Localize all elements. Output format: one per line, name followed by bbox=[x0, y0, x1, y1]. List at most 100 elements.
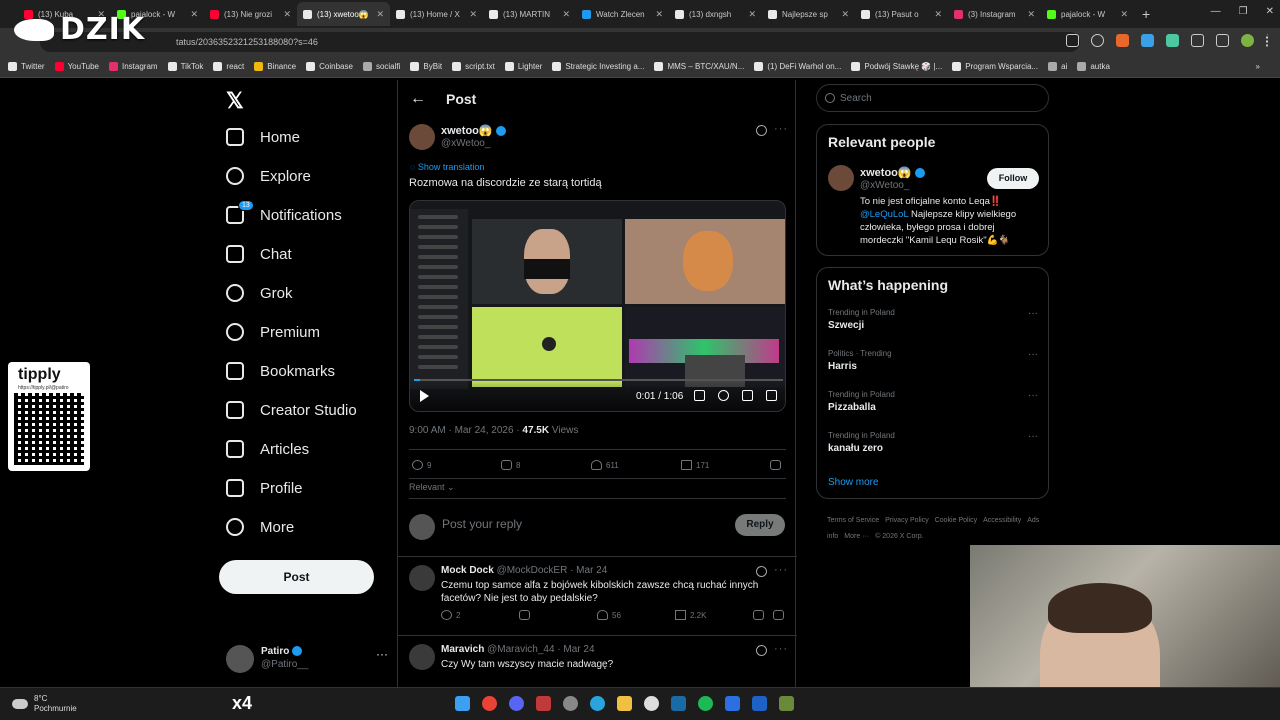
tab-close-icon[interactable]: ✕ bbox=[841, 9, 849, 20]
search-input[interactable]: Search bbox=[816, 84, 1049, 112]
tab-close-icon[interactable]: ✕ bbox=[283, 9, 291, 20]
person-name[interactable]: xwetoo😱 bbox=[860, 167, 912, 179]
nav-item-articles[interactable]: Articles bbox=[226, 440, 309, 458]
chrome-icon[interactable] bbox=[482, 696, 497, 711]
nav-item-chat[interactable]: Chat bbox=[226, 245, 292, 263]
account-switcher[interactable]: Patiro @Patiro__ ··· bbox=[226, 645, 388, 685]
browser-tab[interactable]: (13) dxngsh ✕ bbox=[669, 2, 762, 26]
picture-in-picture-icon[interactable] bbox=[742, 390, 753, 401]
bookmark-item[interactable]: ai bbox=[1048, 62, 1067, 71]
like-action[interactable]: 56 bbox=[597, 610, 621, 620]
views-action[interactable]: 2.2K bbox=[675, 610, 706, 620]
nav-item-creator-studio[interactable]: Creator Studio bbox=[226, 401, 357, 419]
tab-close-icon[interactable]: ✕ bbox=[562, 9, 570, 20]
star-icon[interactable] bbox=[1091, 34, 1104, 47]
bookmark-action[interactable] bbox=[753, 610, 764, 620]
browser-tab[interactable]: (13) Nie grozi ✕ bbox=[204, 2, 297, 26]
footer-link[interactable]: Cookie Policy bbox=[935, 517, 977, 524]
more-icon[interactable]: ··· bbox=[774, 123, 788, 135]
tab-close-icon[interactable]: ✕ bbox=[1120, 9, 1128, 20]
post-timestamp[interactable]: 9:00 AM · Mar 24, 2026 · bbox=[409, 425, 522, 436]
more-icon[interactable]: ··· bbox=[1028, 431, 1038, 442]
x-app-icon[interactable] bbox=[752, 696, 767, 711]
puzzle-icon[interactable] bbox=[1191, 34, 1204, 47]
x-logo-icon[interactable]: 𝕏 bbox=[226, 88, 244, 114]
back-arrow-icon[interactable]: ← bbox=[410, 90, 426, 108]
bookmark-item[interactable]: Binance bbox=[254, 62, 296, 71]
trend-item[interactable]: Politics · Trending Harris ··· bbox=[828, 349, 1038, 372]
trend-item[interactable]: Trending in Poland Pizzaballa ··· bbox=[828, 390, 1038, 413]
crypto-app-icon[interactable] bbox=[644, 696, 659, 711]
close-icon[interactable]: ✕ bbox=[1266, 6, 1274, 17]
show-translation-link[interactable]: ◌ Show translation bbox=[410, 162, 484, 172]
bookmark-item[interactable]: react bbox=[213, 62, 244, 71]
trend-item[interactable]: Trending in Poland Szwecji ··· bbox=[828, 308, 1038, 331]
capture-app-icon[interactable] bbox=[725, 696, 740, 711]
person-handle[interactable]: @xWetoo_ bbox=[860, 180, 909, 191]
bookmark-item[interactable]: socialfi bbox=[362, 62, 400, 71]
nav-item-more[interactable]: More bbox=[226, 518, 294, 536]
fullscreen-icon[interactable] bbox=[766, 390, 777, 401]
reply-author-handle[interactable]: @Maravich_44 · Mar 24 bbox=[487, 644, 594, 655]
tab-close-icon[interactable]: ✕ bbox=[748, 9, 756, 20]
reply-author-handle[interactable]: @MockDockER · Mar 24 bbox=[497, 565, 608, 576]
bookmark-item[interactable]: Strategic Investing a... bbox=[552, 62, 644, 71]
author-avatar[interactable] bbox=[409, 124, 435, 150]
new-tab-button[interactable]: + bbox=[1142, 6, 1150, 22]
tab-close-icon[interactable]: ✕ bbox=[1027, 9, 1035, 20]
app-icon[interactable] bbox=[536, 696, 551, 711]
file-explorer-icon[interactable] bbox=[617, 696, 632, 711]
footer-link[interactable]: Terms of Service bbox=[827, 517, 879, 524]
footer-link[interactable]: © 2026 X Corp. bbox=[875, 533, 923, 540]
browser-tab[interactable]: Watch Zlecen ✕ bbox=[576, 2, 669, 26]
browser-tab[interactable]: (3) Instagram ✕ bbox=[948, 2, 1041, 26]
bookmark-item[interactable]: Coinbase bbox=[306, 62, 353, 71]
tab-close-icon[interactable]: ✕ bbox=[469, 9, 477, 20]
address-bar[interactable]: tatus/2036352321253188080?s=46 bbox=[40, 32, 1080, 52]
tab-close-icon[interactable]: ✕ bbox=[190, 9, 198, 20]
bookmark-item[interactable]: Podwój Stawkę 🎲 |... bbox=[851, 62, 942, 71]
windows-start-icon[interactable] bbox=[455, 696, 470, 711]
play-icon[interactable] bbox=[420, 390, 429, 402]
tab-close-icon[interactable]: ✕ bbox=[934, 9, 942, 20]
share-action[interactable] bbox=[773, 610, 784, 620]
reply-input[interactable]: Post your reply bbox=[442, 517, 522, 531]
like-action[interactable]: 611 bbox=[591, 460, 619, 470]
install-icon[interactable] bbox=[1066, 34, 1079, 47]
weather-widget[interactable]: 8°C Pochmurnie bbox=[12, 694, 77, 714]
maximize-icon[interactable]: ❐ bbox=[1239, 6, 1248, 17]
reading-list-icon[interactable] bbox=[1216, 34, 1229, 47]
bookmark-item[interactable]: autka bbox=[1077, 62, 1110, 71]
sort-dropdown[interactable]: Relevant ⌄ bbox=[409, 482, 455, 493]
bookmarks-overflow-icon[interactable]: » bbox=[1256, 62, 1260, 71]
bookmark-item[interactable]: MMS – BTC/XAU/N... bbox=[654, 62, 744, 71]
reply-button[interactable]: Reply bbox=[735, 514, 785, 536]
grok-icon[interactable] bbox=[756, 645, 767, 656]
author-handle[interactable]: @xWetoo_ bbox=[441, 138, 490, 149]
footer-link[interactable]: Accessibility bbox=[983, 517, 1021, 524]
extension-blue-icon[interactable] bbox=[1141, 34, 1154, 47]
settings-gear-icon[interactable] bbox=[718, 390, 729, 401]
tab-close-icon[interactable]: ✕ bbox=[655, 9, 663, 20]
reply-post[interactable]: Mock Dock @MockDockER · Mar 24 ··· Czemu t… bbox=[398, 564, 797, 640]
browser-tab[interactable]: (13) MARTIN ✕ bbox=[483, 2, 576, 26]
browser-tab[interactable]: pajalock - W ✕ bbox=[1041, 2, 1134, 26]
more-icon[interactable]: ··· bbox=[774, 643, 788, 655]
repost-action[interactable]: 8 bbox=[501, 460, 520, 470]
nav-item-profile[interactable]: Profile bbox=[226, 479, 303, 497]
follow-button[interactable]: Follow bbox=[987, 168, 1039, 189]
reply-author-name[interactable]: Maravich bbox=[441, 644, 484, 655]
grok-icon[interactable] bbox=[756, 566, 767, 577]
reply-author-name[interactable]: Mock Dock bbox=[441, 565, 494, 576]
trend-item[interactable]: Trending in Poland kanału zero ··· bbox=[828, 431, 1038, 454]
menu-icon[interactable] bbox=[1266, 34, 1270, 47]
minimize-icon[interactable]: — bbox=[1211, 6, 1221, 17]
telegram-icon[interactable] bbox=[590, 696, 605, 711]
grok-icon[interactable] bbox=[756, 125, 767, 136]
reply-action[interactable]: 9 bbox=[412, 460, 431, 470]
more-icon[interactable]: ··· bbox=[1028, 349, 1038, 360]
avatar[interactable] bbox=[409, 565, 435, 591]
obs-icon[interactable] bbox=[563, 696, 578, 711]
extension-fox-icon[interactable] bbox=[1116, 34, 1129, 47]
bookmark-item[interactable]: YouTube bbox=[54, 62, 99, 71]
